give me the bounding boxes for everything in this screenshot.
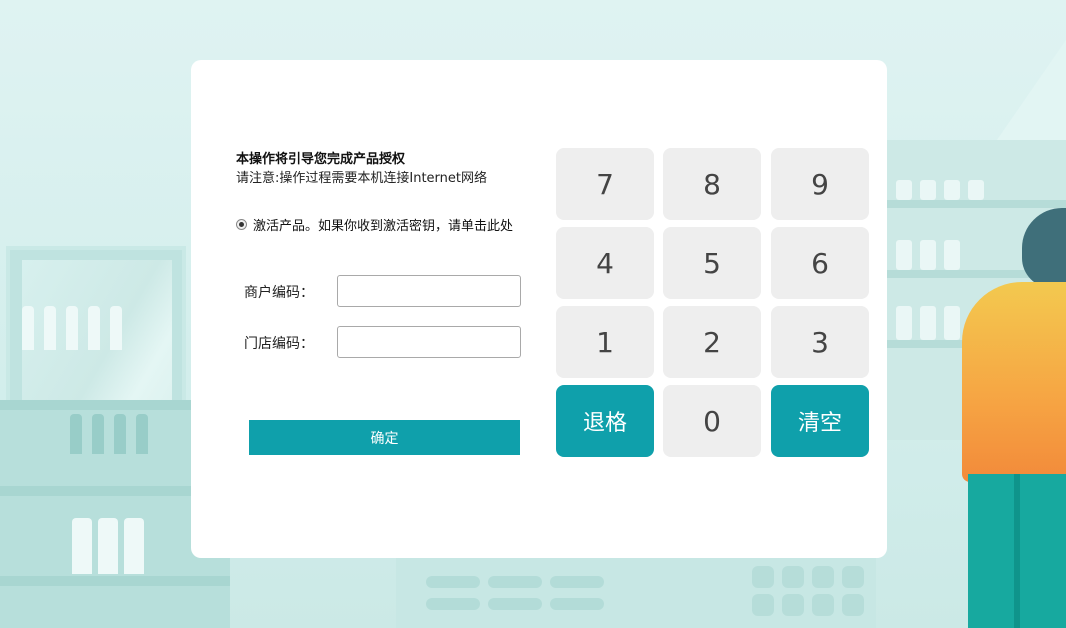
activate-radio-button[interactable] (236, 219, 247, 230)
person-illustration-legs (968, 474, 1066, 628)
person-illustration-body (962, 282, 1066, 482)
key-4[interactable]: 4 (556, 227, 654, 299)
backspace-button[interactable]: 退格 (556, 385, 654, 457)
key-2[interactable]: 2 (663, 306, 761, 378)
activation-card: 本操作将引导您完成产品授权 请注意:操作过程需要本机连接Internet网络 激… (191, 60, 887, 558)
intro-note: 请注意:操作过程需要本机连接Internet网络 (236, 171, 487, 186)
activate-radio-label[interactable]: 激活产品。如果你收到激活密钥，请单击此处 (253, 215, 513, 234)
merchant-code-label: 商户编码： (244, 285, 314, 301)
key-5[interactable]: 5 (663, 227, 761, 299)
key-1[interactable]: 1 (556, 306, 654, 378)
key-0[interactable]: 0 (663, 385, 761, 457)
key-9[interactable]: 9 (771, 148, 869, 220)
activate-product-option[interactable]: 激活产品。如果你收到激活密钥，请单击此处 (236, 215, 513, 234)
store-code-input[interactable] (337, 326, 521, 358)
store-code-label: 门店编码： (244, 336, 314, 352)
key-7[interactable]: 7 (556, 148, 654, 220)
key-6[interactable]: 6 (771, 227, 869, 299)
radio-selected-dot (239, 222, 244, 227)
merchant-code-input[interactable] (337, 275, 521, 307)
intro-title: 本操作将引导您完成产品授权 (236, 152, 406, 167)
clear-button[interactable]: 清空 (771, 385, 869, 457)
counter-illustration (396, 556, 876, 628)
confirm-button[interactable]: 确定 (249, 420, 520, 455)
key-3[interactable]: 3 (771, 306, 869, 378)
key-8[interactable]: 8 (663, 148, 761, 220)
